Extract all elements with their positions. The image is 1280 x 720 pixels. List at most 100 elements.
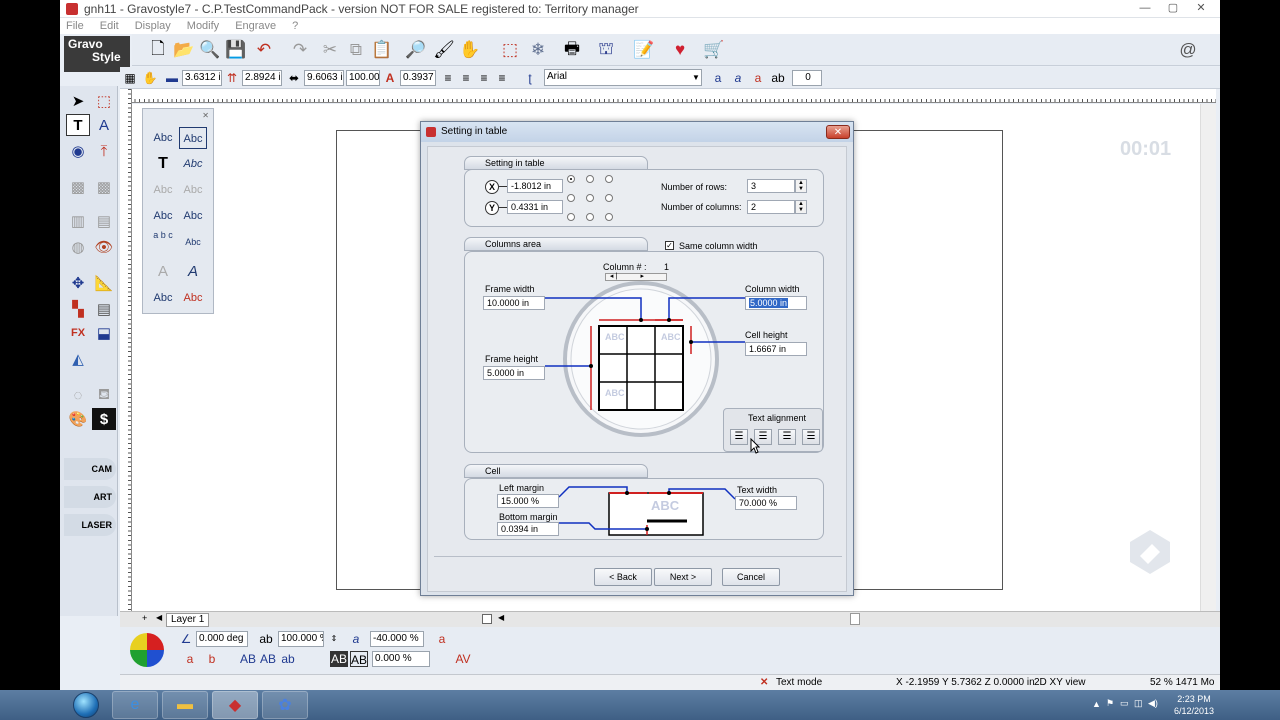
notes-icon[interactable]: 📝 xyxy=(632,38,656,62)
angle-field[interactable]: 0.000 deg xyxy=(196,631,248,647)
dialog-close-button[interactable]: ✕ xyxy=(826,125,850,139)
underline-icon[interactable]: a xyxy=(434,631,450,647)
network-icon[interactable]: ◫ xyxy=(1134,698,1143,709)
maximize-button[interactable]: ▢ xyxy=(1160,0,1186,16)
save-icon[interactable]: 💾 xyxy=(224,38,248,62)
cancel-button[interactable]: Cancel xyxy=(722,568,780,586)
menu-file[interactable]: File xyxy=(66,18,84,34)
palette-close-icon[interactable]: ✕ xyxy=(202,111,209,120)
pan-hand-icon[interactable]: ✋ xyxy=(458,38,482,62)
uppercase-icon[interactable]: AB xyxy=(238,651,258,667)
text-width-field[interactable]: 70.000 % xyxy=(735,496,797,510)
scale-field[interactable]: 100.000 % xyxy=(346,70,380,86)
anchor-radio-tl[interactable] xyxy=(567,175,575,183)
favorite-heart-icon[interactable]: ♥ xyxy=(668,38,692,62)
cup-tool-icon[interactable]: ⛾ xyxy=(92,384,116,406)
outline-ab-icon[interactable]: AB xyxy=(350,651,368,667)
layer-prev-icon[interactable]: ◀ xyxy=(156,613,162,622)
y-origin-field[interactable]: 0.4331 in xyxy=(507,200,563,214)
palette-item[interactable]: Abc xyxy=(149,179,177,201)
palette-item[interactable]: T xyxy=(149,153,177,175)
file-explorer-icon[interactable]: ▬ xyxy=(162,691,208,719)
flag-icon[interactable]: ⚑ xyxy=(1106,698,1114,709)
gravostyle-taskbar-icon[interactable]: ◆ xyxy=(212,691,258,719)
palette-item[interactable]: Abc xyxy=(179,179,207,201)
back-button[interactable]: < Back xyxy=(594,568,652,586)
slant-field[interactable]: -40.000 % xyxy=(370,631,424,647)
char-spacing-field[interactable]: 0 xyxy=(792,70,822,86)
measure-tool-icon[interactable]: 📐 xyxy=(92,272,116,294)
bottom-margin-field[interactable]: 0.0394 in xyxy=(497,522,559,536)
text-height-field[interactable]: 0.3937 i xyxy=(400,70,436,86)
new-file-icon[interactable]: 🗋 xyxy=(146,38,170,62)
superscript-icon[interactable]: a xyxy=(182,651,198,667)
menu-display[interactable]: Display xyxy=(135,18,171,34)
justify-icon[interactable]: ≡ xyxy=(494,70,510,86)
palette-item[interactable]: Abc xyxy=(179,287,207,309)
open-file-icon[interactable]: 📂 xyxy=(172,38,196,62)
layer-checkbox[interactable] xyxy=(482,614,492,624)
anchor-radio-mc[interactable] xyxy=(586,194,594,202)
color-wheel-icon[interactable] xyxy=(130,633,164,667)
anchor-radio-bl[interactable] xyxy=(567,213,575,221)
flower-app-icon[interactable]: ✿ xyxy=(262,691,308,719)
rows-field[interactable]: 3 xyxy=(747,179,795,193)
color-icon[interactable]: ▦ xyxy=(122,70,138,86)
redo-icon[interactable]: ↷ xyxy=(288,38,312,62)
select-arrow-tool-icon[interactable]: ➤ xyxy=(66,90,90,112)
width-field[interactable]: 9.6063 i xyxy=(304,70,344,86)
anchor-radio-tr[interactable] xyxy=(605,175,613,183)
subscript-icon[interactable]: b xyxy=(204,651,220,667)
align-center-icon[interactable]: ≡ xyxy=(458,70,474,86)
weld-tool-icon[interactable]: ⬓ xyxy=(92,322,116,344)
bold-ab-icon[interactable]: AB xyxy=(330,651,348,667)
layer-tab[interactable]: Layer 1 xyxy=(166,613,210,627)
same-width-checkbox[interactable]: ✓ xyxy=(665,241,674,250)
menu-engrave[interactable]: Engrave xyxy=(235,18,276,34)
menu-modify[interactable]: Modify xyxy=(187,18,219,34)
minimize-button[interactable]: — xyxy=(1132,0,1158,16)
paste-icon[interactable]: 📋 xyxy=(370,38,394,62)
anchor-radio-bc[interactable] xyxy=(586,213,594,221)
left-margin-field[interactable]: 15.000 % xyxy=(497,494,559,508)
h-scroll-thumb[interactable] xyxy=(850,613,860,625)
italic-a-icon[interactable]: a xyxy=(730,70,746,86)
search-file-icon[interactable]: 🔍 xyxy=(198,38,222,62)
copy-icon[interactable]: ⧉ xyxy=(344,38,368,62)
transform-tool-icon[interactable]: ⤒ xyxy=(92,140,116,162)
zoom-icon[interactable]: 🔎 xyxy=(404,38,428,62)
ungroup-tool-icon[interactable]: ▩ xyxy=(92,176,116,198)
next-button[interactable]: Next > xyxy=(654,568,712,586)
internet-explorer-icon[interactable]: e xyxy=(112,691,158,719)
cut-icon[interactable]: ✂ xyxy=(318,38,342,62)
bitmap-tool-icon[interactable]: ▥ xyxy=(66,210,90,232)
eye-view-icon[interactable]: 👁 xyxy=(92,236,116,258)
node-select-tool-icon[interactable]: ⬚ xyxy=(92,90,116,112)
font-select[interactable]: Arial xyxy=(544,69,702,86)
curved-text-tool-icon[interactable]: A xyxy=(92,114,116,136)
price-tool-icon[interactable]: $ xyxy=(92,408,116,430)
palette-tool-icon[interactable]: 🎨 xyxy=(66,408,90,430)
cam-module-button[interactable]: CAM xyxy=(64,458,116,480)
undo-icon[interactable]: ↶ xyxy=(252,38,276,62)
fill-tool-icon[interactable]: ◭ xyxy=(66,348,90,370)
spacing-field[interactable]: 0.000 % xyxy=(372,651,430,667)
brush-icon[interactable]: 🖌 xyxy=(432,38,456,62)
palette-item[interactable]: A xyxy=(179,261,207,283)
select-arrow-icon[interactable]: ⬚ xyxy=(498,38,522,62)
hand-icon[interactable]: ✋ xyxy=(142,70,158,86)
disabled-tool-icon[interactable]: ◌ xyxy=(66,384,90,406)
tray-arrow-icon[interactable]: ▲ xyxy=(1092,699,1101,709)
clock[interactable]: 2:23 PM 6/12/2013 xyxy=(1174,693,1214,717)
underline-a-icon[interactable]: a xyxy=(710,70,726,86)
print-icon[interactable]: 🖶 xyxy=(560,38,584,62)
scroll-left-icon[interactable]: ◀ xyxy=(498,613,504,622)
group-tool-icon[interactable]: ▩ xyxy=(66,176,90,198)
align-right-icon[interactable]: ≡ xyxy=(476,70,492,86)
strike-a-icon[interactable]: a xyxy=(750,70,766,86)
menu-help[interactable]: ? xyxy=(292,18,298,34)
columns-field[interactable]: 2 xyxy=(747,200,795,214)
mask-tool-icon[interactable]: ◍ xyxy=(66,236,90,258)
shapes-tool-icon[interactable]: ◉ xyxy=(66,140,90,162)
width-spin-icon[interactable]: ⇕ xyxy=(326,631,342,647)
